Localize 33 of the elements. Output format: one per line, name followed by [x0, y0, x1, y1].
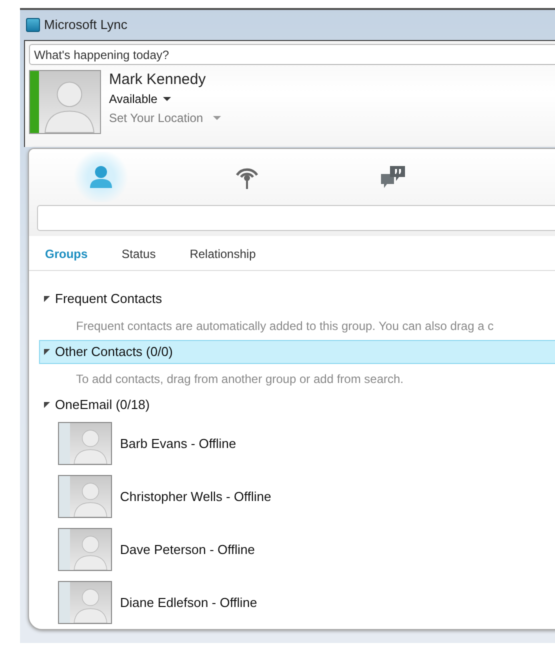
contact-name: Christopher Wells - Offline: [120, 488, 272, 506]
avatar: [70, 529, 111, 570]
contact-name: Diane Edlefson - Offline: [120, 594, 258, 612]
avatar: [70, 582, 111, 623]
expand-arrow-icon: [44, 349, 50, 355]
user-name: Mark Kennedy: [109, 70, 207, 90]
contact-name: Barb Evans - Offline: [120, 434, 236, 453]
contact-row[interactable]: Diane Edlefson - Offline: [29, 576, 555, 629]
contact-row[interactable]: Dave Peterson - Offline: [29, 523, 555, 576]
contact-name: Dave Peterson - Offline: [120, 540, 255, 559]
contact-row[interactable]: Barb Evans - Offline: [29, 417, 555, 470]
group-header[interactable]: Frequent Contacts: [39, 287, 555, 311]
caret-icon: [213, 116, 222, 120]
note-field[interactable]: What's happening today?: [29, 44, 555, 65]
search-field[interactable]: [37, 205, 555, 231]
location-dropdown[interactable]: Set Your Location: [109, 108, 222, 128]
expand-arrow-icon: [44, 402, 50, 408]
view-tab-label[interactable]: Status: [122, 245, 156, 264]
window-title: Microsoft Lync: [44, 16, 128, 34]
contact-row[interactable]: Christopher Wells - Offline: [29, 470, 555, 523]
view-tab-label[interactable]: Relationship: [190, 245, 256, 264]
view-tab-label[interactable]: Groups: [45, 245, 88, 264]
group-hint: Frequent contacts are automatically added to this group. You can also drag a c: [75, 318, 495, 334]
group-header[interactable]: Other Contacts (0/0): [39, 340, 555, 364]
group-header[interactable]: OneEmail (0/18): [39, 393, 555, 417]
group-hint: To add contacts, drag from another group or add from search.: [75, 370, 405, 388]
status-dropdown[interactable]: Available: [109, 90, 222, 108]
avatar: [70, 423, 111, 464]
caret-icon: [163, 97, 172, 101]
avatar: [70, 476, 111, 517]
expand-arrow-icon: [44, 296, 50, 302]
app-logo-icon: [26, 18, 40, 32]
avatar: [39, 71, 100, 133]
